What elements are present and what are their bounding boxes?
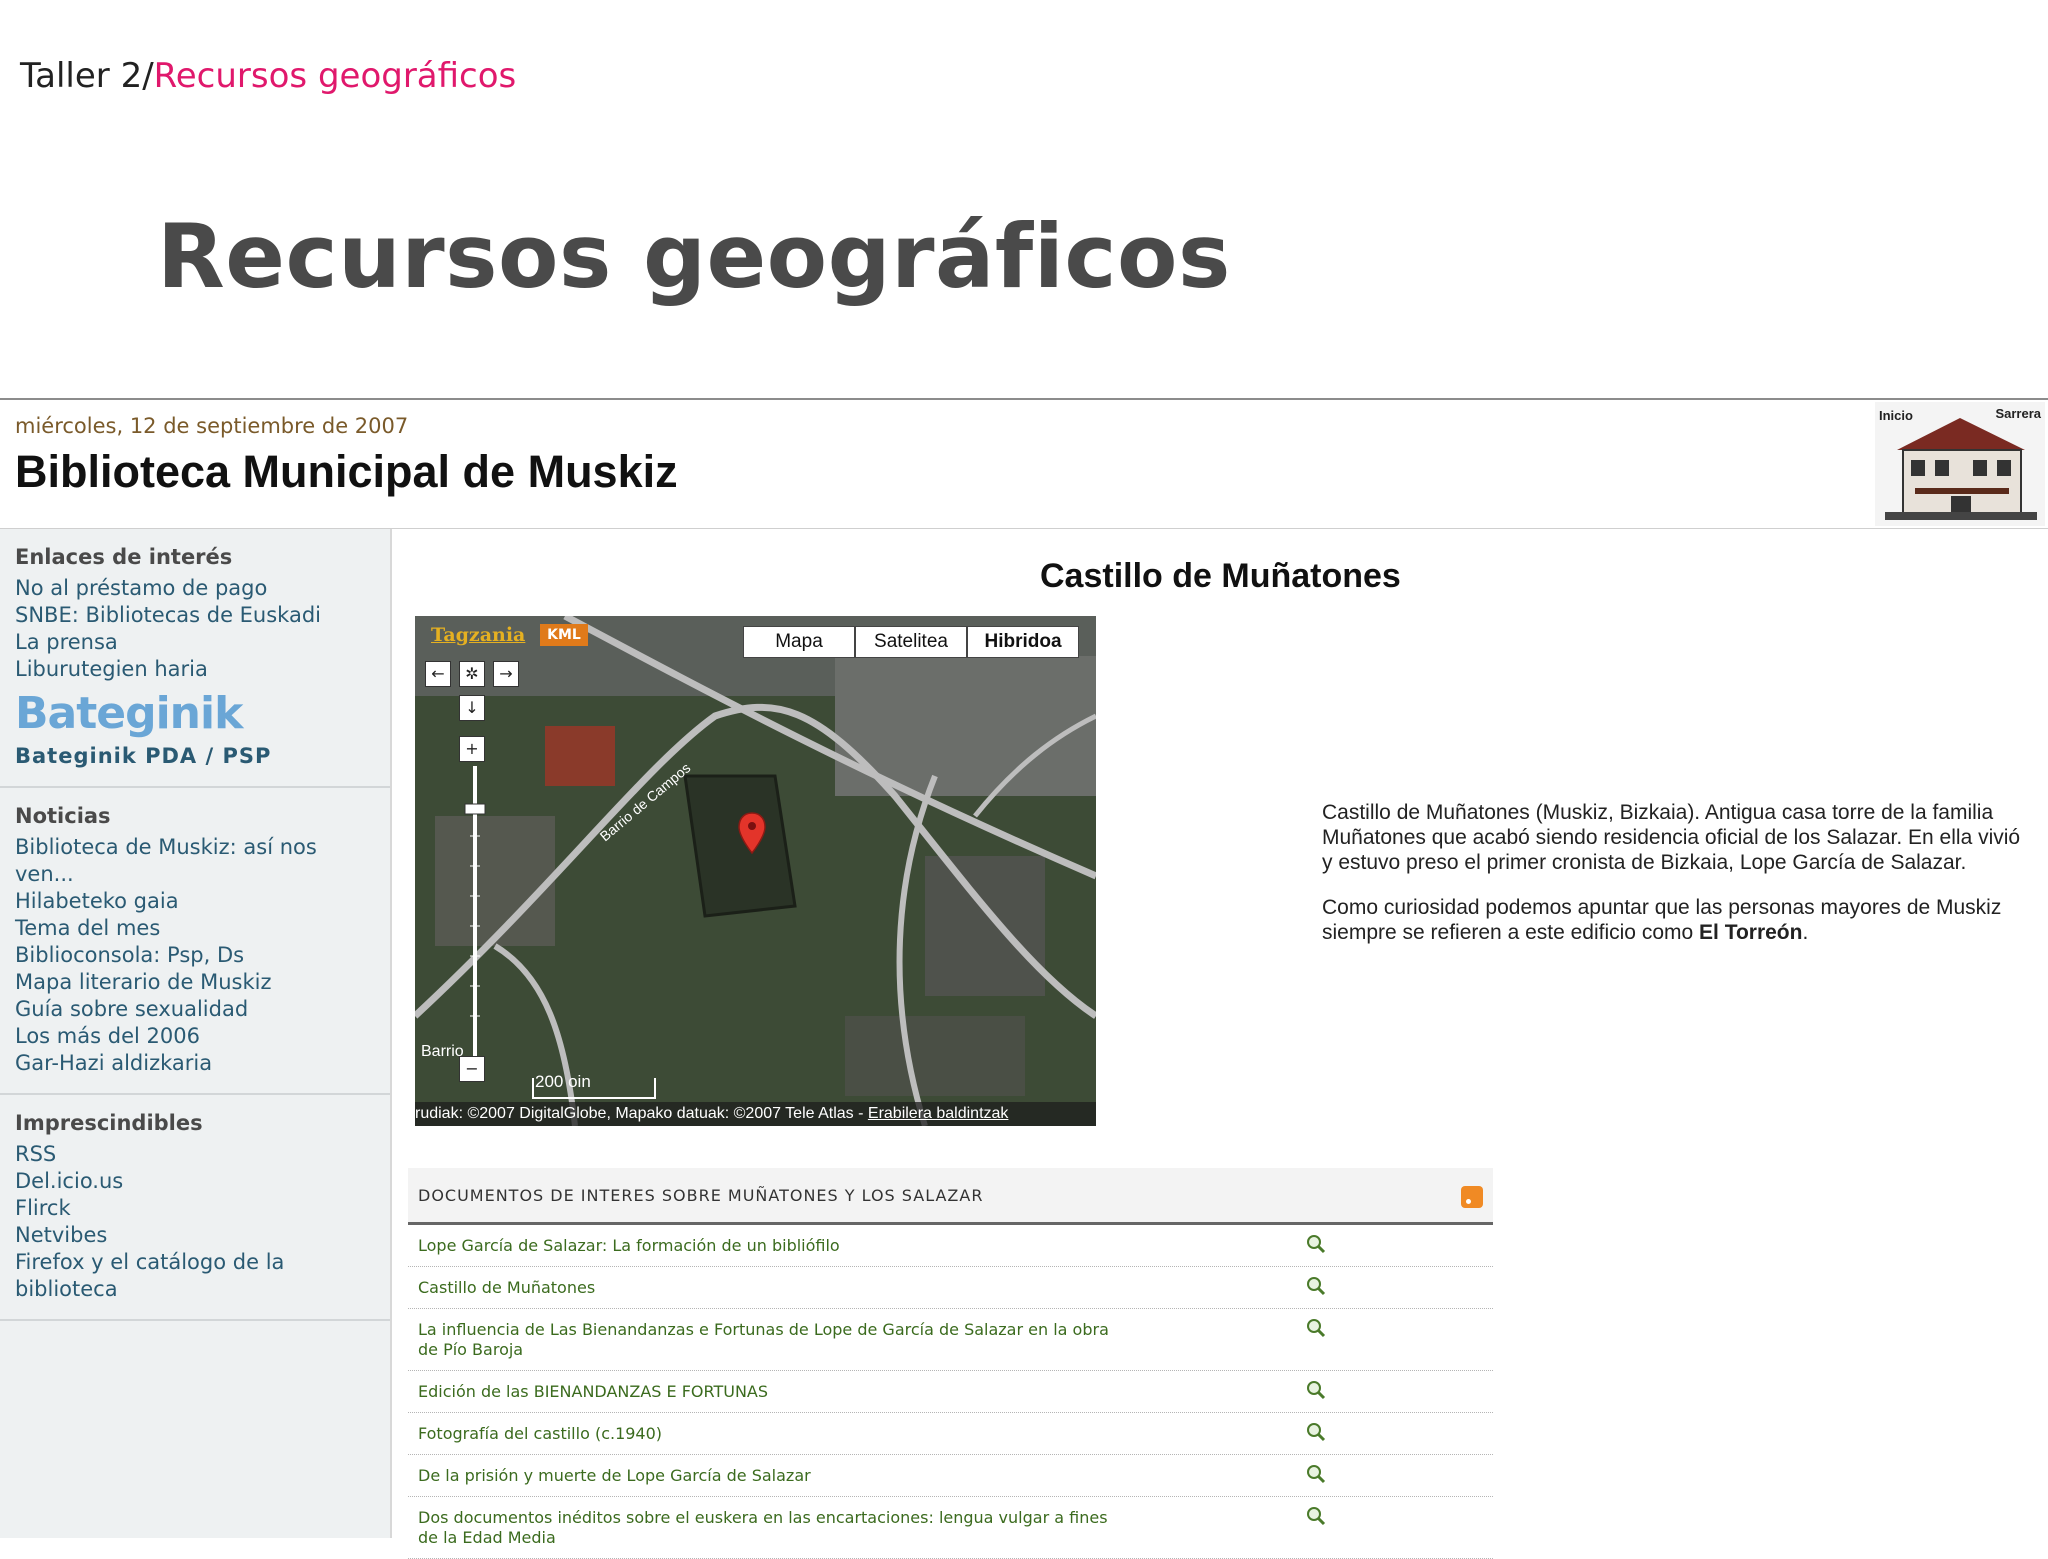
map-type-hibridoa-button[interactable]: Hibridoa xyxy=(967,626,1079,658)
document-title[interactable]: Fotografía del castillo (c.1940) xyxy=(418,1424,1118,1444)
library-logo[interactable]: Inicio Sarrera xyxy=(1875,402,2045,526)
sidebar-section-noticias: Noticias Biblioteca de Muskiz: así nos v… xyxy=(0,804,390,1077)
header-date: miércoles, 12 de septiembre de 2007 xyxy=(15,414,409,438)
description-p2-suffix: . xyxy=(1802,921,1809,944)
sidebar-divider xyxy=(0,1093,390,1095)
document-title[interactable]: Dos documentos inéditos sobre el euskera… xyxy=(418,1508,1118,1548)
document-row[interactable]: Lope García de Salazar: La formación de … xyxy=(408,1225,1493,1267)
description-paragraph-2: Como curiosidad podemos apuntar que las … xyxy=(1322,895,2022,945)
castle-description: Castillo de Muñatones (Muskiz, Bizkaia).… xyxy=(1322,800,2022,965)
kml-button[interactable]: KML xyxy=(540,624,588,646)
map-type-mapa-button[interactable]: Mapa xyxy=(743,626,855,658)
sidebar-link[interactable]: Liburutegien haria xyxy=(15,656,375,683)
magnifier-icon[interactable] xyxy=(1306,1422,1326,1442)
sidebar-divider xyxy=(0,1319,390,1321)
documents-header: DOCUMENTOS DE INTERES SOBRE MUÑATONES Y … xyxy=(408,1168,1493,1225)
magnifier-icon[interactable] xyxy=(1306,1464,1326,1484)
sidebar-link[interactable]: Biblioteca de Muskiz: así nos ven... xyxy=(15,834,375,888)
document-row[interactable]: Castillo de Muñatones xyxy=(408,1267,1493,1309)
sidebar-section-title: Noticias xyxy=(15,804,111,828)
map-type-satelitea-button[interactable]: Satelitea xyxy=(855,626,967,658)
map-attribution-text: rudiak: ©2007 DigitalGlobe, Mapako datua… xyxy=(415,1105,868,1122)
sidebar-link[interactable]: SNBE: Bibliotecas de Euskadi xyxy=(15,602,375,629)
map-marker-icon[interactable] xyxy=(737,811,777,861)
magnifier-icon[interactable] xyxy=(1306,1234,1326,1254)
site-header: miércoles, 12 de septiembre de 2007 Bibl… xyxy=(0,400,2048,529)
sidebar-link[interactable]: Hilabeteko gaia xyxy=(15,888,375,915)
site-title[interactable]: Biblioteca Municipal de Muskiz xyxy=(15,446,678,498)
breadcrumb: Taller 2/Recursos geográficos xyxy=(20,56,516,96)
sidebar-section-title: Imprescindibles xyxy=(15,1111,203,1135)
zoom-in-icon[interactable]: + xyxy=(459,736,485,762)
zoom-out-icon[interactable]: − xyxy=(459,1056,485,1082)
description-paragraph-1: Castillo de Muñatones (Muskiz, Bizkaia).… xyxy=(1322,801,2021,874)
document-title[interactable]: La influencia de Las Bienandanzas e Fort… xyxy=(418,1320,1118,1360)
sidebar-link[interactable]: Del.icio.us xyxy=(15,1168,375,1195)
sidebar-link[interactable]: Los más del 2006 xyxy=(15,1023,375,1050)
logo-label-sarrera: Sarrera xyxy=(1995,406,2041,421)
bateginik-link[interactable]: Bateginik PDA / PSP xyxy=(15,743,375,770)
magnifier-icon[interactable] xyxy=(1306,1276,1326,1296)
map-terms-link[interactable]: Erabilera baldintzak xyxy=(868,1105,1009,1122)
document-title[interactable]: De la prisión y muerte de Lope García de… xyxy=(418,1466,1118,1486)
sidebar-link[interactable]: Biblioconsola: Psp, Ds xyxy=(15,942,375,969)
rss-icon[interactable] xyxy=(1461,1186,1483,1208)
magnifier-icon[interactable] xyxy=(1306,1318,1326,1338)
document-row[interactable]: Dos documentos inéditos sobre el euskera… xyxy=(408,1497,1493,1559)
sidebar-link[interactable]: Flirck xyxy=(15,1195,375,1222)
map-widget[interactable]: Barrio de Campos Barrio Tagzania KML Map… xyxy=(415,616,1096,1126)
sidebar-link[interactable]: RSS xyxy=(15,1141,375,1168)
sidebar-section-enlaces: Enlaces de interés No al préstamo de pag… xyxy=(0,529,390,770)
document-row[interactable]: Fotografía del castillo (c.1940) xyxy=(408,1413,1493,1455)
breadcrumb-prefix: Taller 2/ xyxy=(20,56,154,96)
logo-label-inicio: Inicio xyxy=(1879,408,1913,423)
sidebar: Enlaces de interés No al préstamo de pag… xyxy=(0,529,392,1538)
sidebar-link[interactable]: La prensa xyxy=(15,629,375,656)
main-title: Castillo de Muñatones xyxy=(1040,557,1401,595)
bateginik-banner[interactable]: Bateginik xyxy=(15,689,375,739)
sidebar-link[interactable]: Guía sobre sexualidad xyxy=(15,996,375,1023)
arrow-down-icon[interactable]: ↓ xyxy=(459,695,485,721)
slide-title: Recursos geográficos xyxy=(157,205,1231,308)
sidebar-divider xyxy=(0,786,390,788)
document-title[interactable]: Lope García de Salazar: La formación de … xyxy=(418,1236,1118,1256)
document-title[interactable]: Edición de las BIENANDANZAS E FORTUNAS xyxy=(418,1382,1118,1402)
webpage-screenshot: miércoles, 12 de septiembre de 2007 Bibl… xyxy=(0,398,2048,1559)
center-icon[interactable]: ✲ xyxy=(459,661,485,687)
arrow-right-icon[interactable]: → xyxy=(493,661,519,687)
document-title[interactable]: Castillo de Muñatones xyxy=(418,1278,1118,1298)
description-p2-bold: El Torreón xyxy=(1699,921,1803,944)
sidebar-link[interactable]: Gar-Hazi aldizkaria xyxy=(15,1050,375,1077)
magnifier-icon[interactable] xyxy=(1306,1380,1326,1400)
map-scale-label: 200 oin xyxy=(535,1072,591,1091)
arrow-left-icon[interactable]: ← xyxy=(425,661,451,687)
sidebar-link[interactable]: No al préstamo de pago xyxy=(15,575,375,602)
tagzania-link[interactable]: Tagzania xyxy=(431,624,525,646)
documents-header-title: DOCUMENTOS DE INTERES SOBRE MUÑATONES Y … xyxy=(418,1186,984,1205)
document-row[interactable]: La influencia de Las Bienandanzas e Fort… xyxy=(408,1309,1493,1371)
magnifier-icon[interactable] xyxy=(1306,1506,1326,1526)
sidebar-link[interactable]: Tema del mes xyxy=(15,915,375,942)
document-row[interactable]: De la prisión y muerte de Lope García de… xyxy=(408,1455,1493,1497)
document-row[interactable]: Edición de las BIENANDANZAS E FORTUNAS xyxy=(408,1371,1493,1413)
sidebar-section-title: Enlaces de interés xyxy=(15,545,233,569)
description-p2-text: Como curiosidad podemos apuntar que las … xyxy=(1322,896,2002,944)
sidebar-link[interactable]: Mapa literario de Muskiz xyxy=(15,969,375,996)
map-attribution: rudiak: ©2007 DigitalGlobe, Mapako datua… xyxy=(415,1102,1096,1126)
breadcrumb-current: Recursos geográficos xyxy=(153,56,517,96)
sidebar-section-imprescindibles: Imprescindibles RSS Del.icio.us Flirck N… xyxy=(0,1111,390,1303)
documents-panel: DOCUMENTOS DE INTERES SOBRE MUÑATONES Y … xyxy=(408,1168,1493,1559)
sidebar-link[interactable]: Firefox y el catálogo de la biblioteca xyxy=(15,1249,375,1303)
satellite-map-image: Barrio de Campos Barrio xyxy=(415,616,1096,1126)
map-street-label-2: Barrio xyxy=(421,1043,464,1060)
sidebar-link[interactable]: Netvibes xyxy=(15,1222,375,1249)
